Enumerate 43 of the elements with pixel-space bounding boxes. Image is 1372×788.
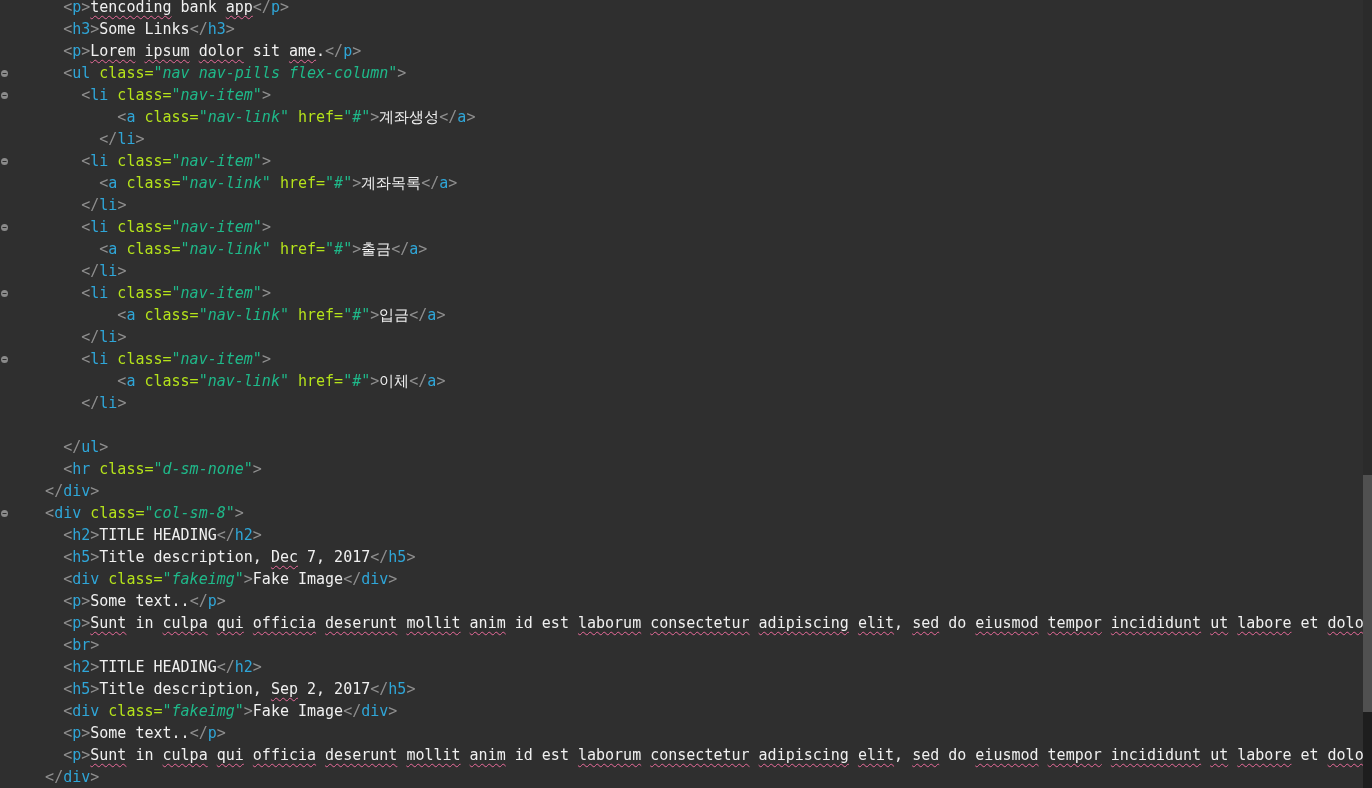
fold-marker-icon[interactable] — [1, 355, 8, 363]
fold-marker-icon[interactable] — [1, 69, 8, 77]
code-line: <li class="nav-item"> — [80, 217, 271, 238]
code-line: <a class="nav-link" href="#">출금</a> — [98, 239, 428, 260]
fold-marker-icon[interactable] — [1, 289, 8, 297]
fold-marker-icon[interactable] — [1, 223, 8, 231]
code-line: <h3>Some Links</h3> — [62, 19, 235, 40]
code-line: <li class="nav-item"> — [80, 283, 271, 304]
code-line: </li> — [80, 327, 127, 348]
fold-marker-icon[interactable] — [1, 157, 8, 165]
code-line: <div class="col-sm-8"> — [44, 503, 244, 524]
code-line: </div> — [44, 767, 100, 788]
code-line: <h2>TITLE HEADING</h2> — [62, 657, 262, 678]
code-line: </li> — [80, 393, 127, 414]
code-line: <div class="fakeimg">Fake Image</div> — [62, 701, 398, 722]
code-line: <p>Some text..</p> — [62, 723, 226, 744]
code-line: <hr class="d-sm-none"> — [62, 459, 262, 480]
code-line: <br> — [62, 635, 100, 656]
code-line: </li> — [80, 195, 127, 216]
code-line: <p>Sunt in culpa qui officia deserunt mollit anim id est laborum consectetur adipiscing elit, sed do eiusmod tempor incididunt ut labore et dolo — [62, 745, 1363, 766]
code-line: </ul> — [62, 437, 109, 458]
code-line: <div class="fakeimg">Fake Image</div> — [62, 569, 398, 590]
fold-marker-icon[interactable] — [1, 509, 8, 517]
code-line: </li> — [98, 129, 145, 150]
code-line: </li> — [80, 261, 127, 282]
code-line: <a class="nav-link" href="#">계좌생성</a> — [116, 107, 476, 128]
code-line: <p>tencoding bank app</p> — [62, 0, 289, 18]
code-line: <p>Lorem ipsum dolor sit ame.</p> — [62, 41, 362, 62]
code-line: <a class="nav-link" href="#">계좌목록</a> — [98, 173, 458, 194]
fold-marker-icon[interactable] — [1, 91, 8, 99]
code-line: <ul class="nav nav-pills flex-column"> — [62, 63, 407, 84]
code-line: <p>Sunt in culpa qui officia deserunt mollit anim id est laborum consectetur adipiscing elit, sed do eiusmod tempor incididunt ut labore et dolo — [62, 613, 1363, 634]
code-line: <h5>Title description, Dec 7, 2017</h5> — [62, 547, 416, 568]
code-line: <h5>Title description, Sep 2, 2017</h5> — [62, 679, 416, 700]
code-line: <li class="nav-item"> — [80, 349, 271, 370]
code-line: <li class="nav-item"> — [80, 151, 271, 172]
code-line: <a class="nav-link" href="#">입금</a> — [116, 305, 446, 326]
code-line: <h2>TITLE HEADING</h2> — [62, 525, 262, 546]
code-line: </div> — [44, 481, 100, 502]
code-line: <li class="nav-item"> — [80, 85, 271, 106]
code-line: <p>Some text..</p> — [62, 591, 226, 612]
code-line: <a class="nav-link" href="#">이체</a> — [116, 371, 446, 392]
scrollbar-thumb[interactable] — [1363, 475, 1372, 712]
